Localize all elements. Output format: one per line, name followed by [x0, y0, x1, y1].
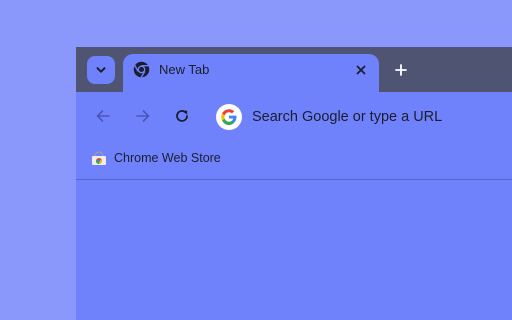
reload-button[interactable]	[170, 104, 194, 128]
tab-close-button[interactable]	[351, 60, 371, 80]
page-content	[76, 180, 512, 320]
bookmark-label: Chrome Web Store	[114, 151, 221, 165]
bookmark-chrome-web-store[interactable]: Chrome Web Store	[91, 149, 221, 167]
browser-window: New Tab Search Google or type a URL Chro…	[76, 47, 512, 320]
google-g-icon	[216, 104, 242, 130]
bookmarks-bar: Chrome Web Store	[76, 142, 512, 180]
tab-title: New Tab	[159, 62, 210, 77]
address-bar[interactable]: Search Google or type a URL	[214, 102, 512, 132]
arrow-right-icon	[136, 110, 150, 122]
reload-icon	[176, 110, 188, 122]
tab-search-button[interactable]	[87, 56, 115, 84]
tab-new-tab[interactable]: New Tab	[123, 54, 379, 96]
forward-button[interactable]	[131, 104, 155, 128]
chrome-icon	[133, 61, 150, 78]
tab-strip: New Tab	[76, 47, 512, 96]
back-button[interactable]	[91, 104, 115, 128]
plus-icon	[395, 64, 407, 76]
chevron-down-icon	[96, 67, 106, 73]
close-icon	[356, 65, 366, 75]
address-bar-placeholder: Search Google or type a URL	[252, 109, 443, 125]
chrome-web-store-icon	[92, 151, 106, 165]
new-tab-button[interactable]	[389, 58, 413, 82]
arrow-left-icon	[96, 110, 110, 122]
toolbar: Search Google or type a URL	[76, 92, 512, 142]
